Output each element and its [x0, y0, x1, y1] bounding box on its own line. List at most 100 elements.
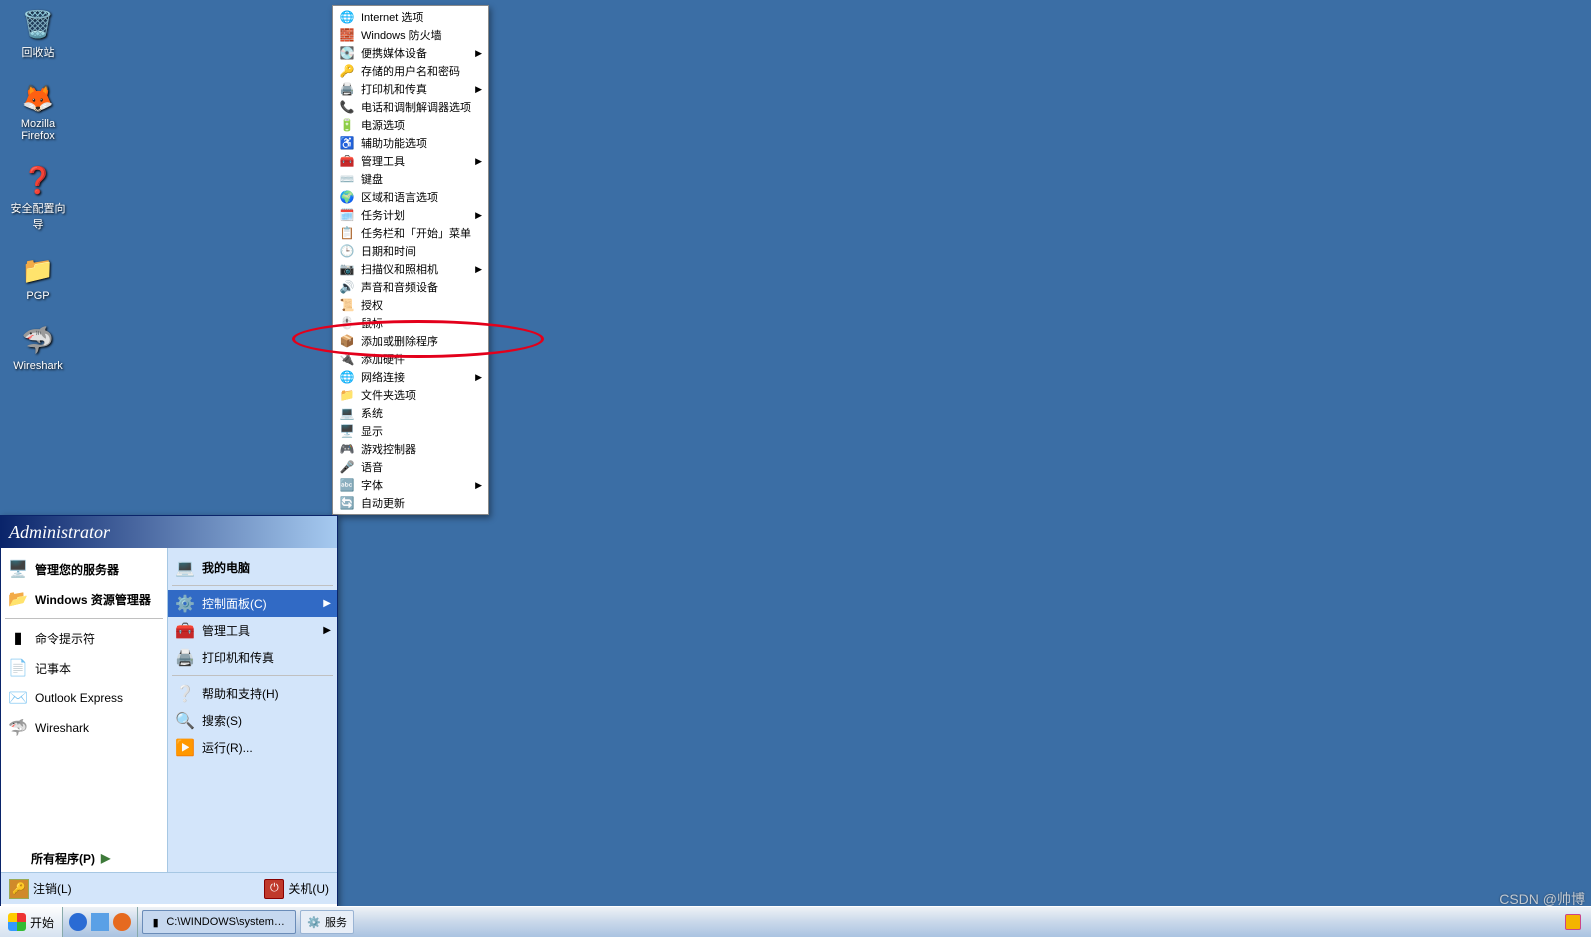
- desktop-icon[interactable]: 🗑️ 回收站: [8, 8, 68, 60]
- all-programs-label: 所有程序(P): [31, 850, 95, 867]
- quick-launch-firefox-icon[interactable]: [113, 913, 131, 931]
- flyout-item[interactable]: 🔤字体▶: [333, 476, 488, 494]
- flyout-item[interactable]: 🎤语音: [333, 458, 488, 476]
- flyout-item[interactable]: 📁文件夹选项: [333, 386, 488, 404]
- start-menu-item[interactable]: ✉️Outlook Express: [1, 683, 167, 713]
- cpl-icon: ♿: [339, 135, 355, 151]
- chevron-right-icon: ▶: [475, 156, 482, 167]
- cpl-icon: 🧰: [339, 153, 355, 169]
- start-menu-place-item[interactable]: ⚙️控制面板(C)▶: [168, 590, 337, 617]
- flyout-item[interactable]: 🔌添加硬件: [333, 350, 488, 368]
- flyout-item-label: 游戏控制器: [361, 441, 482, 457]
- flyout-item[interactable]: 🔄自动更新: [333, 494, 488, 512]
- logoff-icon: 🔑: [9, 879, 29, 899]
- desktop-icon-label: 回收站: [22, 44, 55, 60]
- flyout-item-label: 存储的用户名和密码: [361, 63, 482, 79]
- place-icon: 🔍: [174, 710, 196, 732]
- start-item-label: 管理工具: [202, 622, 323, 639]
- start-menu-item[interactable]: 📄记事本: [1, 653, 167, 683]
- flyout-item[interactable]: 🖱️鼠标: [333, 314, 488, 332]
- flyout-item[interactable]: 📦添加或删除程序: [333, 332, 488, 350]
- systray[interactable]: [1561, 914, 1591, 930]
- start-item-label: 我的电脑: [202, 559, 331, 576]
- desktop-icon[interactable]: 🦊Mozilla Firefox: [8, 82, 68, 142]
- start-menu-pinned: 🖥️管理您的服务器📂Windows 资源管理器 ▮命令提示符📄记事本✉️Outlo…: [1, 548, 168, 872]
- flyout-item[interactable]: 🌐Internet 选项: [333, 8, 488, 26]
- flyout-item-label: 添加硬件: [361, 351, 482, 367]
- cpl-icon: 🔤: [339, 477, 355, 493]
- chevron-right-icon: ▶: [475, 210, 482, 221]
- flyout-item[interactable]: 🔊声音和音频设备: [333, 278, 488, 296]
- flyout-item-label: 管理工具: [361, 153, 475, 169]
- start-menu-item[interactable]: 📂Windows 资源管理器: [1, 584, 167, 614]
- start-button[interactable]: 开始: [0, 907, 63, 937]
- flyout-item[interactable]: 🔑 存储的用户名和密码: [333, 62, 488, 80]
- flyout-item[interactable]: 📜授权: [333, 296, 488, 314]
- desktop-glyph-icon: 🗑️: [22, 8, 54, 40]
- cpl-icon: 📞: [339, 99, 355, 115]
- flyout-item[interactable]: 🌍区域和语言选项: [333, 188, 488, 206]
- flyout-item[interactable]: 🖥️显示: [333, 422, 488, 440]
- start-menu-place-item[interactable]: 💻我的电脑: [168, 554, 337, 581]
- flyout-item[interactable]: 🔋 电源选项: [333, 116, 488, 134]
- flyout-item[interactable]: 📞电话和调制解调器选项: [333, 98, 488, 116]
- flyout-item[interactable]: 💻系统: [333, 404, 488, 422]
- flyout-item-label: 扫描仪和照相机: [361, 261, 475, 277]
- start-menu-places: 💻我的电脑 ⚙️控制面板(C)▶🧰管理工具▶🖨️打印机和传真 ❔帮助和支持(H)🔍搜…: [168, 548, 337, 872]
- desktop-icon[interactable]: 📁PGP: [8, 254, 68, 302]
- chevron-right-icon: ▶: [475, 480, 482, 491]
- desktop-icon[interactable]: ❓安全配置向导: [8, 164, 68, 232]
- cpl-icon: 📦: [339, 333, 355, 349]
- start-menu-place-item[interactable]: ❔帮助和支持(H): [168, 680, 337, 707]
- security-shield-icon[interactable]: [1565, 914, 1581, 930]
- task-label: 服务: [325, 914, 347, 930]
- flyout-item[interactable]: 🕒日期和时间: [333, 242, 488, 260]
- taskbar-task[interactable]: ⚙️服务: [300, 910, 354, 934]
- start-item-label: 帮助和支持(H): [202, 685, 331, 702]
- quick-launch-desktop-icon[interactable]: [91, 913, 109, 931]
- flyout-item[interactable]: 📷扫描仪和照相机▶: [333, 260, 488, 278]
- chevron-right-icon: ▶: [475, 48, 482, 59]
- start-menu-item[interactable]: ▮命令提示符: [1, 623, 167, 653]
- desktop-glyph-icon: 🦈: [22, 324, 54, 356]
- flyout-item[interactable]: 💽便携媒体设备▶: [333, 44, 488, 62]
- start-menu-item[interactable]: 🖥️管理您的服务器: [1, 554, 167, 584]
- start-menu-place-item[interactable]: ▶️运行(R)...: [168, 734, 337, 761]
- flyout-item[interactable]: 🌐网络连接▶: [333, 368, 488, 386]
- taskbar-task[interactable]: ▮ C:\WINDOWS\system32...: [142, 910, 296, 934]
- flyout-item[interactable]: 📋任务栏和「开始」菜单: [333, 224, 488, 242]
- flyout-item[interactable]: 🧰 管理工具▶: [333, 152, 488, 170]
- cpl-icon: 🔋: [339, 117, 355, 133]
- flyout-item-label: 辅助功能选项: [361, 135, 482, 151]
- start-menu-item[interactable]: 🦈Wireshark: [1, 713, 167, 743]
- desktop-icon-label: 安全配置向导: [8, 200, 68, 232]
- all-programs[interactable]: 所有程序(P) ▶: [1, 846, 167, 870]
- cpl-icon: 🕒: [339, 243, 355, 259]
- flyout-item[interactable]: 🖨️打印机和传真▶: [333, 80, 488, 98]
- shutdown-icon: ⏻: [264, 879, 284, 899]
- cpl-icon: 💻: [339, 405, 355, 421]
- flyout-item[interactable]: ⌨️键盘: [333, 170, 488, 188]
- cpl-icon: 🖨️: [339, 81, 355, 97]
- logoff-button[interactable]: 🔑 注销(L): [9, 879, 72, 899]
- quick-launch: [63, 907, 138, 937]
- start-item-label: 管理您的服务器: [35, 561, 161, 578]
- flyout-item[interactable]: 🗓️任务计划▶: [333, 206, 488, 224]
- start-menu-place-item[interactable]: 🖨️打印机和传真: [168, 644, 337, 671]
- flyout-item-label: 任务栏和「开始」菜单: [361, 225, 482, 241]
- flyout-item[interactable]: 🎮游戏控制器: [333, 440, 488, 458]
- start-menu-place-item[interactable]: 🧰管理工具▶: [168, 617, 337, 644]
- flyout-item-label: 电源选项: [361, 117, 482, 133]
- desktop[interactable]: 🗑️ 回收站 🦊Mozilla Firefox ❓安全配置向导 📁PGP 🦈Wiresha…: [0, 0, 1591, 937]
- shutdown-button[interactable]: ⏻ 关机(U): [264, 879, 329, 899]
- flyout-item[interactable]: ♿ 辅助功能选项: [333, 134, 488, 152]
- task-icon: ▮: [149, 915, 162, 929]
- start-menu-place-item[interactable]: 🔍搜索(S): [168, 707, 337, 734]
- quick-launch-ie-icon[interactable]: [69, 913, 87, 931]
- flyout-item[interactable]: 🧱Windows 防火墙: [333, 26, 488, 44]
- cpl-icon: 🖥️: [339, 423, 355, 439]
- task-label: C:\WINDOWS\system32...: [166, 916, 289, 928]
- cpl-icon: 🔑: [339, 63, 355, 79]
- flyout-item-label: 区域和语言选项: [361, 189, 482, 205]
- desktop-icon[interactable]: 🦈Wireshark: [8, 324, 68, 372]
